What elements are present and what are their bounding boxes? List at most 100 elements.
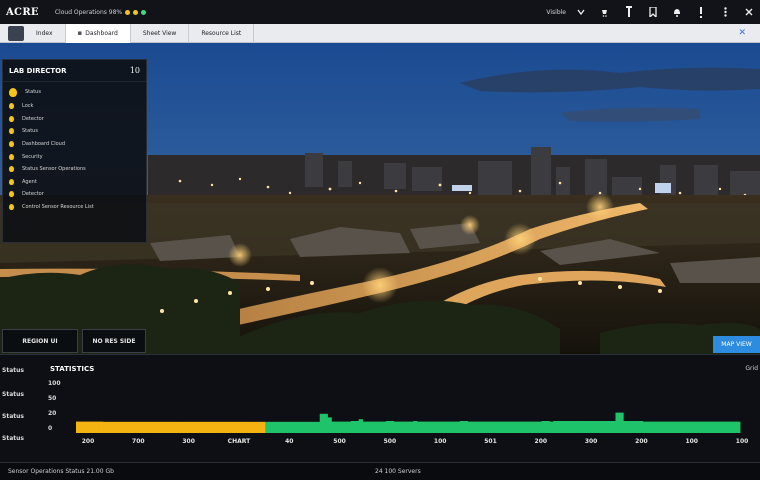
resource-button[interactable]: NO RES SIDE — [82, 329, 146, 353]
chart-bar — [397, 421, 402, 433]
chart-bar — [374, 421, 379, 433]
cart-icon[interactable] — [600, 6, 610, 18]
list-item[interactable]: Control Sensor Resource List — [9, 201, 140, 214]
list-item[interactable]: Status Sensor Operations — [9, 163, 140, 176]
top-bar: ACRE Cloud Operations 98% Visible — [0, 0, 760, 24]
x-tick-label: 100 — [434, 438, 447, 445]
chart-bar — [627, 421, 632, 433]
chart-bar — [510, 421, 515, 433]
chart-bar — [152, 421, 158, 433]
x-tick-label: 501 — [484, 438, 497, 445]
chart-bar — [607, 421, 612, 433]
list-item-label: Detector — [22, 115, 44, 122]
chart-bar — [704, 421, 710, 433]
left-label: Status — [2, 367, 24, 374]
chart-bar — [284, 421, 289, 433]
chart-bar — [658, 421, 663, 433]
avatar[interactable] — [8, 25, 24, 41]
tab-dashboard[interactable]: ▪ Dashboard — [65, 23, 131, 43]
chart-bar — [553, 421, 558, 433]
chart-bar — [139, 421, 144, 433]
tab-index[interactable]: Index — [24, 23, 66, 43]
chart-bar — [393, 421, 398, 433]
chart-bar — [592, 421, 597, 433]
chart-bar — [112, 421, 117, 433]
tab-sheet-view[interactable]: Sheet View — [131, 23, 190, 43]
chart-bar — [452, 421, 457, 433]
list-item[interactable]: Agent — [9, 176, 140, 189]
x-tick-label: 300 — [182, 438, 195, 445]
status-dot-icon — [9, 128, 14, 135]
chart-bar — [525, 421, 531, 433]
list-item[interactable]: Security — [9, 150, 140, 163]
region-button[interactable]: REGION UI — [2, 329, 78, 353]
chart-bar — [564, 421, 570, 433]
chart-bar — [728, 421, 733, 433]
list-item[interactable]: Detector — [9, 188, 140, 201]
bookmark-icon[interactable] — [648, 6, 658, 18]
list-item[interactable]: Detector — [9, 113, 140, 126]
chart-bar — [432, 421, 437, 433]
chart-bar — [296, 421, 301, 433]
chart-bar — [233, 421, 239, 433]
chart-bar — [522, 421, 527, 433]
chart-bar — [549, 421, 554, 433]
x-tick-label: 200 — [535, 438, 548, 445]
footer-servers: 24 100 Servers — [375, 468, 421, 475]
chart-bar — [358, 419, 363, 433]
chart-bar — [143, 421, 149, 433]
list-item[interactable]: Status — [9, 125, 140, 138]
chart-bar — [576, 421, 581, 433]
chart-bar — [215, 421, 221, 433]
chart-bar — [463, 421, 468, 433]
close-icon[interactable] — [744, 6, 754, 18]
chart-bar — [708, 421, 714, 433]
app-brand[interactable]: ACRE — [6, 7, 39, 18]
chart-bar — [724, 421, 729, 433]
chart-bar — [166, 421, 172, 433]
x-tick-label: 200 — [82, 438, 95, 445]
chart-bar — [584, 421, 589, 433]
chart-bar — [537, 421, 542, 433]
chart-bar — [666, 421, 671, 433]
chart-bar — [631, 421, 636, 433]
chart-bar — [288, 421, 293, 433]
close-window-icon[interactable]: ✕ — [738, 28, 746, 38]
map-view-chip[interactable]: MAP VIEW — [713, 336, 760, 353]
alert-icon[interactable] — [696, 6, 706, 18]
chart-bar — [179, 421, 185, 433]
bell-icon[interactable] — [672, 6, 682, 18]
x-tick-label: 40 — [285, 438, 293, 445]
chart-bar — [697, 421, 702, 433]
status-dot-icon — [9, 103, 14, 110]
chart-bar — [560, 421, 566, 433]
chart-bar — [634, 421, 640, 433]
list-item[interactable]: Dashboard Cloud — [9, 138, 140, 151]
chart-bar — [280, 421, 286, 433]
chart-bar — [623, 421, 628, 433]
chart-bar — [94, 421, 99, 433]
chart-bar — [417, 421, 422, 433]
chart-bar — [80, 421, 86, 433]
list-item-label: Status Sensor Operations — [22, 166, 86, 173]
close-tab-icon[interactable]: ▪ — [78, 24, 83, 43]
chart-bar — [242, 421, 248, 433]
chart-bar — [229, 421, 235, 433]
chart-bar — [175, 421, 181, 433]
x-tick-label: 500 — [384, 438, 397, 445]
more-icon[interactable] — [720, 6, 730, 18]
chevron-down-icon[interactable] — [576, 6, 586, 18]
chart-bar — [475, 421, 480, 433]
list-item[interactable]: Lock — [9, 100, 140, 113]
status-dot-icon — [9, 204, 14, 211]
pin-icon[interactable] — [624, 6, 634, 18]
chart-bar — [603, 421, 609, 433]
chart-bar — [646, 421, 651, 433]
chart-bar — [238, 421, 244, 433]
chart-bar — [161, 421, 167, 433]
chart-bar — [385, 421, 391, 433]
list-item[interactable]: Status — [9, 84, 140, 100]
chart-bar — [736, 421, 741, 433]
list-item-label: Status — [22, 128, 38, 135]
tab-resource-list[interactable]: Resource List — [189, 23, 255, 43]
